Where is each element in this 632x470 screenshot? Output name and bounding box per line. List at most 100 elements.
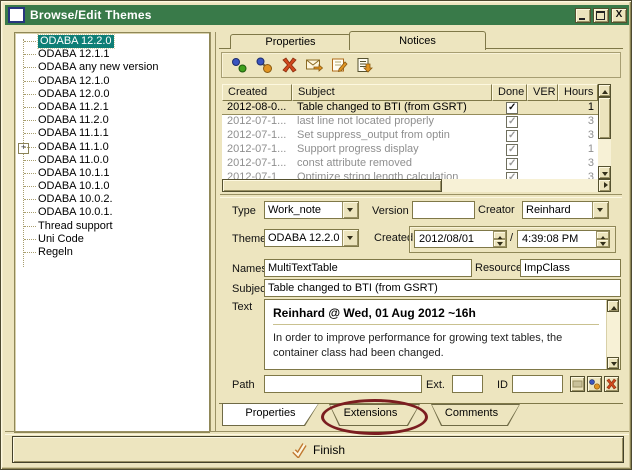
vertical-scroll-thumb[interactable] [598,97,611,139]
column-header-ver[interactable]: VER [527,84,558,101]
chevron-down-icon[interactable] [592,202,608,218]
tree-item[interactable]: ODABA 10.0.2. [15,193,209,206]
tab-properties-top[interactable]: Properties [230,34,351,49]
minimize-icon [579,18,585,20]
scroll-right-button[interactable] [598,179,611,192]
type-dropdown[interactable]: Work_note [264,201,359,219]
horizontal-scroll-thumb[interactable] [222,179,442,192]
spin-down-icon[interactable] [493,239,506,247]
edit-note-icon[interactable] [330,56,348,74]
done-checkbox[interactable] [506,158,518,170]
column-header-created[interactable]: Created [222,84,292,101]
tree-item[interactable]: ODABA 12.1.1 [15,48,209,61]
table-row[interactable]: 2012-07-1... Support progress display 1 [222,143,598,157]
chevron-down-icon[interactable] [342,202,358,218]
tree-item[interactable]: ODABA 11.2.0 [15,114,209,127]
tree-item[interactable]: ODABA 12.2.0 [15,35,209,48]
scroll-up-button[interactable] [607,300,619,312]
version-label: Version [372,205,409,217]
id-input[interactable] [512,375,563,393]
text-label: Text [232,301,252,313]
done-checkbox[interactable] [506,172,518,179]
tree-item[interactable]: ODABA 11.1.1 [15,127,209,140]
tree-item-label: ODABA 12.1.0 [38,75,110,88]
done-checkbox[interactable] [506,144,518,156]
table-row[interactable]: 2012-07-1... last line not located prope… [222,115,598,129]
scroll-down-button[interactable] [598,166,611,179]
send-mail-icon[interactable] [305,56,323,74]
table-row[interactable]: 2012-07-1... Set suppress_output from op… [222,129,598,143]
delete-icon[interactable] [280,56,298,74]
minimize-button[interactable] [575,8,591,23]
notices-table: Created Subject Done VER Hours 2012-08-0… [222,84,598,179]
spin-down-icon[interactable] [596,239,609,247]
created-date-spinner[interactable]: 2012/08/01 [414,230,507,248]
tree-item-label: ODABA 10.0.1. [38,206,113,219]
spin-up-icon[interactable] [493,231,506,239]
browse-path-button-disabled[interactable] [570,376,585,392]
version-input[interactable] [412,201,475,219]
tree-item[interactable]: Thread support [15,220,209,233]
tree-item-label: ODABA 12.2.0 [38,35,114,48]
tree-item-label: Regeln [38,246,73,259]
text-vertical-scrollbar[interactable] [606,300,620,369]
subject-input[interactable]: Table changed to BTI (from GSRT) [264,279,621,297]
tree-item[interactable]: Uni Code [15,233,209,246]
path-input[interactable] [264,375,422,393]
theme-tree[interactable]: ODABA 12.2.0 ODABA 12.1.1 ODABA any new … [14,32,210,433]
ext-input[interactable] [452,375,483,393]
tree-item[interactable]: ODABA 10.0.1. [15,206,209,219]
check-icon [291,442,307,458]
done-checkbox[interactable] [506,102,518,114]
notices-toolbar [221,52,621,78]
table-horizontal-scrollbar[interactable] [222,179,611,192]
clear-path-button[interactable] [604,376,619,392]
tree-item-label: Uni Code [38,233,84,246]
created-time-spinner[interactable]: 4:39:08 PM [517,230,610,248]
close-button[interactable]: X [611,8,627,23]
finish-button[interactable]: Finish [12,436,624,463]
tree-item[interactable]: ODABA any new version [15,61,209,74]
splitter[interactable] [210,32,216,431]
table-row[interactable]: 2012-08-0... Table changed to BTI (from … [222,101,598,115]
tree-item[interactable]: ODABA 12.0.0 [15,88,209,101]
column-header-done[interactable]: Done [492,84,527,101]
done-checkbox[interactable] [506,116,518,128]
tab-comments[interactable]: Comments [421,404,522,426]
link-resource-button[interactable] [587,376,602,392]
export-document-icon[interactable] [355,56,373,74]
creator-dropdown[interactable]: Reinhard [522,201,609,219]
window-icon [8,7,25,23]
tree-item[interactable]: ODABA 11.0.0 [15,154,209,167]
theme-dropdown[interactable]: ODABA 12.2.0 [264,229,359,247]
table-row[interactable]: 2012-07-1... const attribute removed 3 [222,157,598,171]
tab-properties-bottom[interactable]: Properties [222,403,319,426]
resource-label: Resource [475,262,522,274]
maximize-button[interactable] [593,8,609,23]
tree-item[interactable]: ODABA 10.1.1 [15,167,209,180]
resource-input[interactable]: ImpClass [520,259,621,277]
spin-up-icon[interactable] [596,231,609,239]
tree-item[interactable]: ODABA 11.2.1 [15,101,209,114]
names-input[interactable]: MultiTextTable [264,259,472,277]
link-icon[interactable] [255,56,273,74]
tree-item-label: ODABA 10.0.2. [38,193,113,206]
text-body: In order to improve performance for grow… [273,331,599,361]
tree-item[interactable]: ODABA 10.1.0 [15,180,209,193]
tree-item[interactable]: +ODABA 11.1.0 [15,141,209,154]
tab-notices[interactable]: Notices [349,31,486,50]
column-header-hours[interactable]: Hours [558,84,598,101]
expand-icon[interactable]: + [18,143,29,154]
tree-item[interactable]: Regeln [15,246,209,259]
tree-item[interactable]: ODABA 12.1.0 [15,75,209,88]
chevron-down-icon[interactable] [342,230,358,246]
done-checkbox[interactable] [506,130,518,142]
table-row[interactable]: 2012-07-1 Optimize string length calcula… [222,171,598,179]
table-vertical-scrollbar[interactable] [598,84,611,179]
scroll-up-button[interactable] [598,84,611,97]
column-header-subject[interactable]: Subject [292,84,492,101]
scroll-down-button[interactable] [607,357,619,369]
separator [220,194,622,198]
text-editor[interactable]: Reinhard @ Wed, 01 Aug 2012 ~16h In orde… [264,299,621,370]
insert-icon[interactable] [230,56,248,74]
